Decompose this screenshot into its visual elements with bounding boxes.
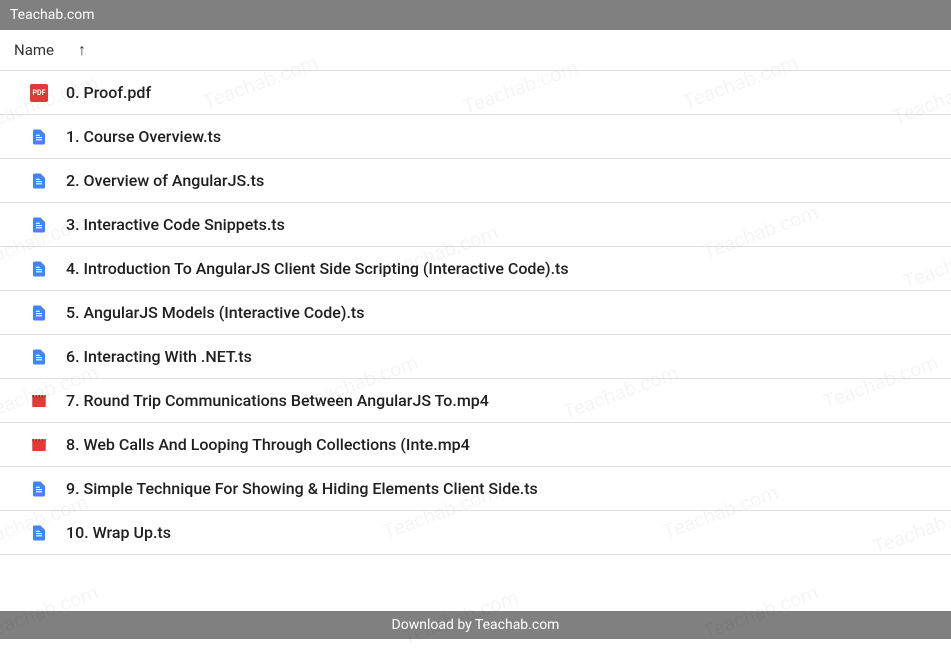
document-icon — [30, 304, 48, 322]
file-row[interactable]: 4. Introduction To AngularJS Client Side… — [0, 247, 951, 291]
bottom-bar: Download by Teachab.com — [0, 611, 951, 639]
file-name: 5. AngularJS Models (Interactive Code).t… — [66, 303, 364, 322]
bottom-bar-text: Download by Teachab.com — [392, 617, 560, 633]
file-name: 10. Wrap Up.ts — [66, 523, 171, 542]
video-icon — [30, 392, 48, 410]
document-icon — [30, 348, 48, 366]
file-name: 7. Round Trip Communications Between Ang… — [66, 391, 489, 410]
column-header-row: Name ↑ — [0, 30, 951, 71]
file-name: 1. Course Overview.ts — [66, 127, 221, 146]
file-row[interactable]: 5. AngularJS Models (Interactive Code).t… — [0, 291, 951, 335]
file-name: 9. Simple Technique For Showing & Hiding… — [66, 479, 538, 498]
file-row[interactable]: 8. Web Calls And Looping Through Collect… — [0, 423, 951, 467]
file-name: 6. Interacting With .NET.ts — [66, 347, 252, 366]
name-column-header[interactable]: Name — [14, 41, 54, 59]
file-name: 8. Web Calls And Looping Through Collect… — [66, 435, 470, 454]
document-icon — [30, 172, 48, 190]
file-name: 2. Overview of AngularJS.ts — [66, 171, 264, 190]
file-row[interactable]: 2. Overview of AngularJS.ts — [0, 159, 951, 203]
file-row[interactable]: 6. Interacting With .NET.ts — [0, 335, 951, 379]
document-icon — [30, 216, 48, 234]
file-row[interactable]: 7. Round Trip Communications Between Ang… — [0, 379, 951, 423]
document-icon — [30, 480, 48, 498]
document-icon — [30, 524, 48, 542]
file-name: 0. Proof.pdf — [66, 83, 151, 102]
file-name: 3. Interactive Code Snippets.ts — [66, 215, 285, 234]
document-icon — [30, 128, 48, 146]
file-row[interactable]: 1. Course Overview.ts — [0, 115, 951, 159]
top-bar: Teachab.com — [0, 0, 951, 30]
file-list: PDF 0. Proof.pdf 1. Course Overview.ts 2. O… — [0, 71, 951, 555]
pdf-icon: PDF — [30, 84, 48, 102]
file-row[interactable]: 10. Wrap Up.ts — [0, 511, 951, 555]
file-row[interactable]: 3. Interactive Code Snippets.ts — [0, 203, 951, 247]
top-bar-title: Teachab.com — [10, 7, 95, 23]
video-icon — [30, 436, 48, 454]
file-row[interactable]: 9. Simple Technique For Showing & Hiding… — [0, 467, 951, 511]
file-row[interactable]: PDF 0. Proof.pdf — [0, 71, 951, 115]
file-name: 4. Introduction To AngularJS Client Side… — [66, 259, 569, 278]
sort-ascending-icon[interactable]: ↑ — [78, 40, 86, 60]
document-icon — [30, 260, 48, 278]
